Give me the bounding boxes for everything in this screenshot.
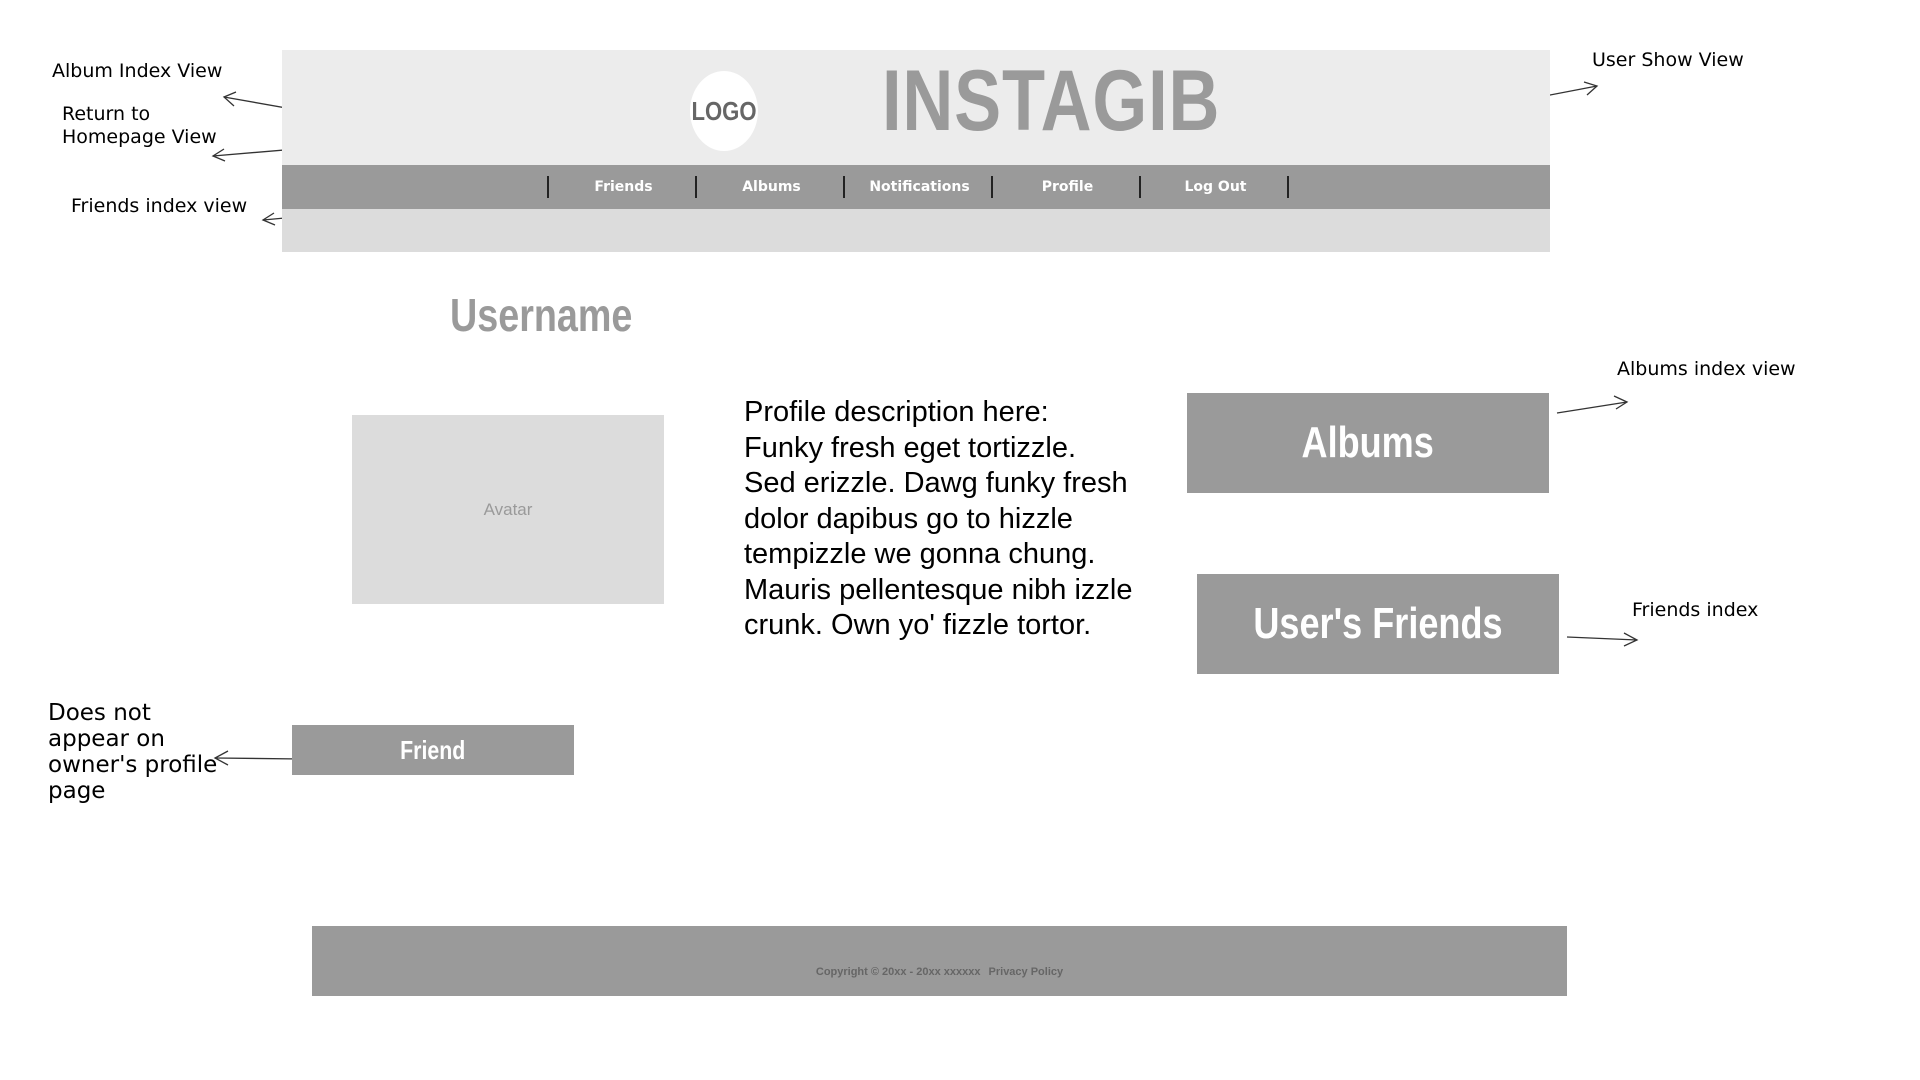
nav-separator: [547, 176, 549, 198]
nav-separator: [843, 176, 845, 198]
annotation-user-show-view: User Show View: [1592, 49, 1744, 71]
avatar-label: Avatar: [483, 499, 533, 519]
copyright-text: Copyright © 20xx - 20xx xxxxxx: [815, 966, 981, 978]
profile-description: Profile description here: Funky fresh eg…: [744, 396, 1133, 641]
footer-text: Copyright © 20xx - 20xx xxxxxx Privacy Po…: [312, 966, 1567, 978]
users-friends-button[interactable]: User's Friends: [1197, 574, 1559, 674]
users-friends-button-label: User's Friends: [1253, 599, 1503, 648]
annotation-album-index-view: Album Index View: [52, 60, 223, 82]
annotation-friends-index: Friends index: [1632, 599, 1759, 621]
site-header: LOGO INSTAGIB Friends Albums Notificatio…: [282, 50, 1550, 252]
profile-username: Username: [450, 289, 633, 341]
annotation-albums-index-view: Albums index view: [1617, 358, 1796, 380]
annotation-not-owner: Does not appear on owner's profile page: [48, 700, 218, 804]
arrow-friends-index: [1566, 636, 1638, 641]
annotation-friends-index-view: Friends index view: [71, 195, 248, 217]
annotation-return-home: Return to Homepage View: [62, 103, 217, 148]
privacy-policy-link[interactable]: Privacy Policy: [989, 966, 1064, 978]
nav-friends[interactable]: Friends: [550, 165, 697, 209]
avatar: Avatar: [352, 415, 664, 604]
nav-profile[interactable]: Profile: [994, 165, 1141, 209]
header-banner: LOGO INSTAGIB: [282, 50, 1550, 165]
nav-albums[interactable]: Albums: [698, 165, 845, 209]
albums-button-label: Albums: [1301, 418, 1435, 467]
friend-button[interactable]: Friend: [292, 725, 574, 775]
arrow-not-owner: [214, 757, 303, 760]
nav-bar: Friends Albums Notifications Profile Log…: [282, 165, 1550, 209]
nav-log-out[interactable]: Log Out: [1142, 165, 1289, 209]
nav-notifications[interactable]: Notifications: [846, 165, 993, 209]
arrow-albums-index: [1556, 401, 1628, 414]
nav-separator: [1287, 176, 1289, 198]
albums-button[interactable]: Albums: [1187, 393, 1549, 493]
site-footer: Copyright © 20xx - 20xx xxxxxx Privacy Po…: [312, 926, 1567, 996]
nav-separator: [1139, 176, 1141, 198]
nav-separator: [695, 176, 697, 198]
brand-title: INSTAGIB: [882, 53, 1221, 149]
logo[interactable]: LOGO: [690, 71, 758, 151]
nav-separator: [991, 176, 993, 198]
friend-button-label: Friend: [400, 734, 466, 765]
